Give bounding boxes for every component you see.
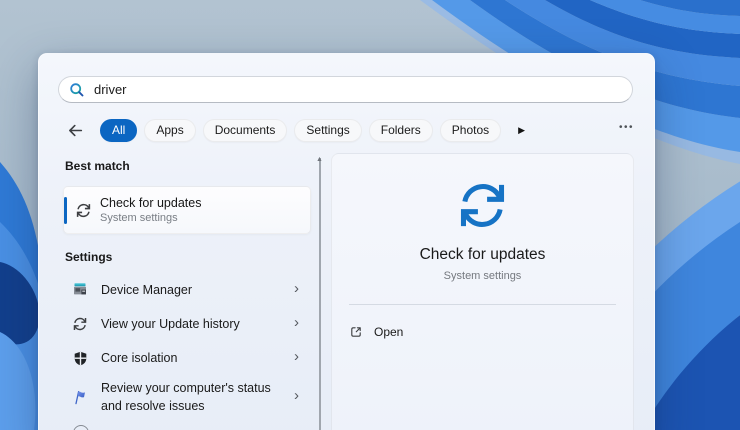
- filter-tabs: All Apps Documents Settings Folders Phot…: [66, 118, 634, 142]
- result-partial[interactable]: [63, 419, 311, 430]
- result-label: Review your computer's status and resolv…: [101, 379, 279, 415]
- best-match-title: Check for updates: [100, 196, 201, 210]
- result-update-history[interactable]: View your Update history ›: [63, 307, 311, 341]
- best-match-item[interactable]: Check for updates System settings: [63, 186, 311, 234]
- tab-apps[interactable]: Apps: [144, 119, 195, 142]
- search-query: driver: [94, 82, 127, 97]
- result-device-manager[interactable]: Device Manager ›: [63, 273, 311, 307]
- shield-icon: [72, 351, 88, 366]
- result-review-status[interactable]: Review your computer's status and resolv…: [63, 375, 311, 419]
- chevron-right-icon: ›: [294, 315, 299, 333]
- flag-icon: [72, 389, 88, 405]
- best-match-text: Check for updates System settings: [100, 196, 201, 224]
- result-label: View your Update history: [101, 315, 240, 333]
- result-core-isolation[interactable]: Core isolation ›: [63, 341, 311, 375]
- search-icon: [69, 82, 85, 98]
- tab-photos[interactable]: Photos: [440, 119, 501, 142]
- more-options-button[interactable]: •••: [619, 123, 634, 137]
- tab-settings[interactable]: Settings: [294, 119, 361, 142]
- result-label: Device Manager: [101, 281, 192, 299]
- open-action[interactable]: Open: [339, 319, 623, 345]
- refresh-icon-large: [455, 178, 510, 233]
- preview-panel: Check for updates System settings Open: [331, 153, 634, 430]
- sync-icon: [72, 316, 88, 332]
- result-label: Core isolation: [101, 349, 177, 367]
- settings-results: Device Manager › View your Update histor…: [63, 273, 311, 430]
- results-panel: Best match Check for updates System sett…: [63, 153, 311, 430]
- open-external-icon: [349, 325, 363, 339]
- search-window: driver All Apps Documents Settings Folde…: [38, 53, 655, 430]
- back-arrow-icon: [67, 122, 84, 139]
- tab-documents[interactable]: Documents: [203, 119, 288, 142]
- search-input[interactable]: driver: [58, 76, 633, 103]
- device-manager-icon: [72, 282, 88, 298]
- scrollbar[interactable]: ▲: [319, 158, 321, 430]
- desktop: driver All Apps Documents Settings Folde…: [0, 0, 740, 430]
- expand-filters-icon[interactable]: ▶: [518, 126, 525, 135]
- chevron-right-icon: ›: [294, 281, 299, 299]
- divider: [349, 304, 616, 305]
- partial-result-icon: [73, 425, 89, 430]
- open-label: Open: [374, 325, 403, 339]
- best-match-header: Best match: [65, 159, 311, 173]
- tab-folders[interactable]: Folders: [369, 119, 433, 142]
- scroll-up-icon[interactable]: ▲: [316, 156, 323, 163]
- chevron-right-icon: ›: [294, 349, 299, 367]
- sync-icon: [75, 202, 92, 219]
- preview-title: Check for updates: [332, 246, 633, 264]
- settings-section-header: Settings: [65, 250, 311, 264]
- tab-all[interactable]: All: [100, 119, 137, 142]
- selection-accent-bar: [64, 197, 67, 224]
- best-match-subtitle: System settings: [100, 212, 201, 224]
- back-button[interactable]: [66, 121, 84, 139]
- chevron-right-icon: ›: [294, 388, 299, 406]
- preview-subtitle: System settings: [332, 270, 633, 282]
